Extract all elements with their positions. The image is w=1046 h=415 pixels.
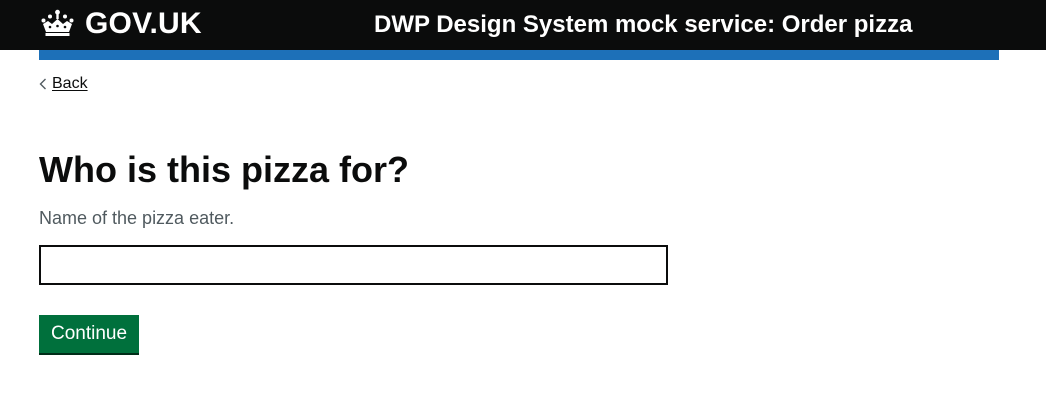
- logo-text: GOV.UK: [85, 7, 202, 40]
- chevron-left-icon: [39, 78, 47, 90]
- site-header: GOV.UK DWP Design System mock service: O…: [0, 0, 1046, 50]
- input-hint: Name of the pizza eater.: [39, 208, 235, 228]
- page-title: Who is this pizza for?: [39, 149, 409, 190]
- pizza-eater-name-input[interactable]: [39, 245, 668, 285]
- crown-icon: [39, 9, 76, 39]
- back-link-label: Back: [52, 75, 88, 92]
- govuk-logo-link[interactable]: GOV.UK: [39, 8, 202, 40]
- header-accent-bar: [39, 50, 999, 60]
- back-link[interactable]: Back: [39, 74, 88, 94]
- service-name-link[interactable]: DWP Design System mock service: Order pi…: [374, 11, 912, 39]
- continue-button[interactable]: Continue: [39, 315, 139, 353]
